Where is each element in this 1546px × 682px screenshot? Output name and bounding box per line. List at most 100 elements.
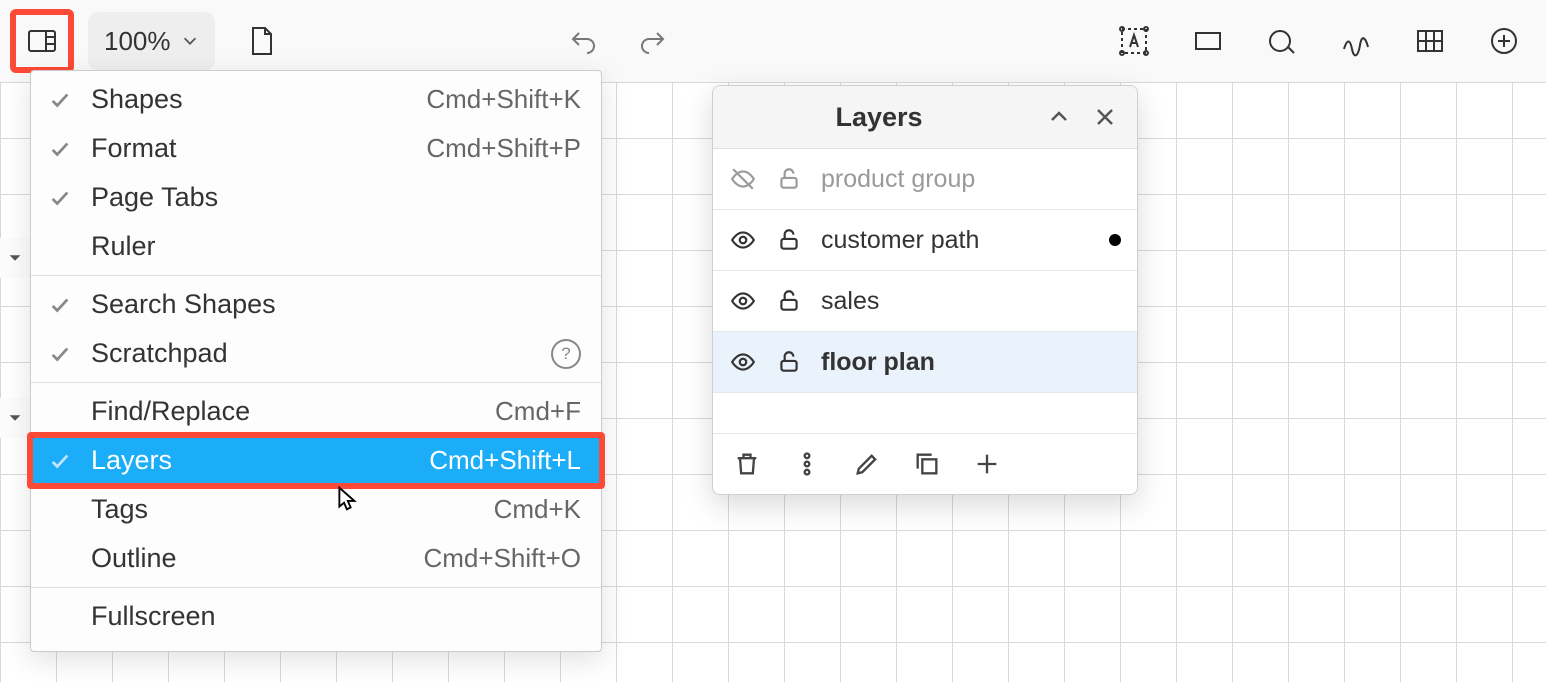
visibility-toggle[interactable] — [729, 166, 757, 192]
plus-circle-icon — [1488, 25, 1520, 57]
layer-name: floor plan — [821, 348, 1121, 377]
zoom-dropdown[interactable]: 100% — [88, 12, 215, 70]
menu-label: Outline — [91, 543, 423, 574]
layer-list-empty-row — [713, 393, 1137, 434]
layer-list: product group customer path — [713, 149, 1137, 434]
layer-name: product group — [821, 165, 1121, 194]
layer-row[interactable]: sales — [713, 271, 1137, 332]
copy-icon — [913, 450, 941, 478]
menu-shortcut: Cmd+Shift+K — [426, 84, 581, 115]
menu-item-layers[interactable]: Layers Cmd+Shift+L — [31, 436, 601, 485]
menu-item-outline[interactable]: Outline Cmd+Shift+O — [31, 534, 601, 583]
freehand-tool-button[interactable] — [1332, 17, 1380, 65]
visibility-toggle[interactable] — [729, 349, 757, 375]
menu-shortcut: Cmd+F — [495, 396, 581, 427]
rectangle-icon — [1192, 25, 1224, 57]
view-menu: Shapes Cmd+Shift+K Format Cmd+Shift+P Pa… — [30, 70, 602, 652]
menu-item-fullscreen[interactable]: Fullscreen — [31, 592, 601, 641]
rect-tool-button[interactable] — [1184, 17, 1232, 65]
menu-shortcut: Cmd+Shift+O — [423, 543, 581, 574]
check-icon — [45, 450, 75, 472]
file-icon — [245, 25, 277, 57]
menu-label: Scratchpad — [91, 338, 541, 369]
caret-down-icon — [6, 409, 24, 427]
menu-divider — [31, 587, 601, 588]
duplicate-layer-button[interactable] — [911, 448, 943, 480]
plus-icon — [973, 450, 1001, 478]
add-layer-button[interactable] — [971, 448, 1003, 480]
menu-divider — [31, 382, 601, 383]
layers-panel: Layers product group — [712, 85, 1138, 495]
new-page-button[interactable] — [237, 17, 285, 65]
close-icon — [1093, 105, 1117, 129]
layers-panel-toolbar — [713, 434, 1137, 494]
more-vertical-icon — [793, 450, 821, 478]
lock-toggle[interactable] — [775, 288, 803, 314]
toolbar-right — [1110, 17, 1528, 65]
menu-item-format[interactable]: Format Cmd+Shift+P — [31, 124, 601, 173]
check-icon — [45, 294, 75, 316]
ellipse-icon — [1266, 25, 1298, 57]
lock-toggle[interactable] — [775, 166, 803, 192]
scribble-icon — [1340, 25, 1372, 57]
lock-open-icon — [776, 349, 802, 375]
layers-panel-title: Layers — [729, 102, 1029, 133]
menu-item-page-tabs[interactable]: Page Tabs — [31, 173, 601, 222]
toolbar-left: 100% — [18, 12, 677, 70]
close-button[interactable] — [1089, 101, 1121, 133]
menu-label: Fullscreen — [91, 601, 581, 632]
undo-icon — [567, 25, 599, 57]
visibility-toggle[interactable] — [729, 288, 757, 314]
collapse-button[interactable] — [1043, 101, 1075, 133]
text-tool-button[interactable] — [1110, 17, 1158, 65]
menu-item-scratchpad[interactable]: Scratchpad ? — [31, 329, 601, 378]
current-layer-dot — [1109, 234, 1121, 246]
redo-button[interactable] — [629, 17, 677, 65]
menu-item-search-shapes[interactable]: Search Shapes — [31, 280, 601, 329]
undo-button[interactable] — [559, 17, 607, 65]
left-collapse-2[interactable] — [0, 398, 30, 438]
layers-panel-header[interactable]: Layers — [713, 86, 1137, 149]
delete-layer-button[interactable] — [731, 448, 763, 480]
check-icon — [45, 187, 75, 209]
visibility-toggle[interactable] — [729, 227, 757, 253]
lock-open-icon — [776, 166, 802, 192]
layer-row[interactable]: product group — [713, 149, 1137, 210]
table-tool-button[interactable] — [1406, 17, 1454, 65]
menu-label: Ruler — [91, 231, 581, 262]
lock-toggle[interactable] — [775, 349, 803, 375]
insert-button[interactable] — [1480, 17, 1528, 65]
menu-item-ruler[interactable]: Ruler — [31, 222, 601, 271]
text-frame-icon — [1118, 25, 1150, 57]
menu-shortcut: Cmd+Shift+P — [426, 133, 581, 164]
table-grid-icon — [1414, 25, 1446, 57]
menu-label: Page Tabs — [91, 182, 581, 213]
eye-off-icon — [730, 166, 756, 192]
check-icon — [45, 89, 75, 111]
layer-options-button[interactable] — [791, 448, 823, 480]
menu-divider — [31, 275, 601, 276]
check-icon — [45, 343, 75, 365]
panels-toggle-button[interactable] — [18, 17, 66, 65]
ellipse-tool-button[interactable] — [1258, 17, 1306, 65]
info-icon[interactable]: ? — [551, 339, 581, 369]
lock-toggle[interactable] — [775, 227, 803, 253]
menu-item-find-replace[interactable]: Find/Replace Cmd+F — [31, 387, 601, 436]
eye-icon — [730, 288, 756, 314]
zoom-value: 100% — [104, 26, 171, 57]
chevron-down-icon — [181, 32, 199, 50]
menu-label: Search Shapes — [91, 289, 581, 320]
layer-row[interactable]: floor plan — [713, 332, 1137, 393]
left-collapse-1[interactable] — [0, 238, 30, 278]
menu-label: Find/Replace — [91, 396, 495, 427]
eye-icon — [730, 227, 756, 253]
menu-item-shapes[interactable]: Shapes Cmd+Shift+K — [31, 75, 601, 124]
menu-label: Tags — [91, 494, 494, 525]
layer-row[interactable]: customer path — [713, 210, 1137, 271]
panels-icon — [26, 25, 58, 57]
menu-item-tags[interactable]: Tags Cmd+K — [31, 485, 601, 534]
caret-down-icon — [6, 249, 24, 267]
menu-label: Shapes — [91, 84, 426, 115]
lock-open-icon — [776, 288, 802, 314]
rename-layer-button[interactable] — [851, 448, 883, 480]
